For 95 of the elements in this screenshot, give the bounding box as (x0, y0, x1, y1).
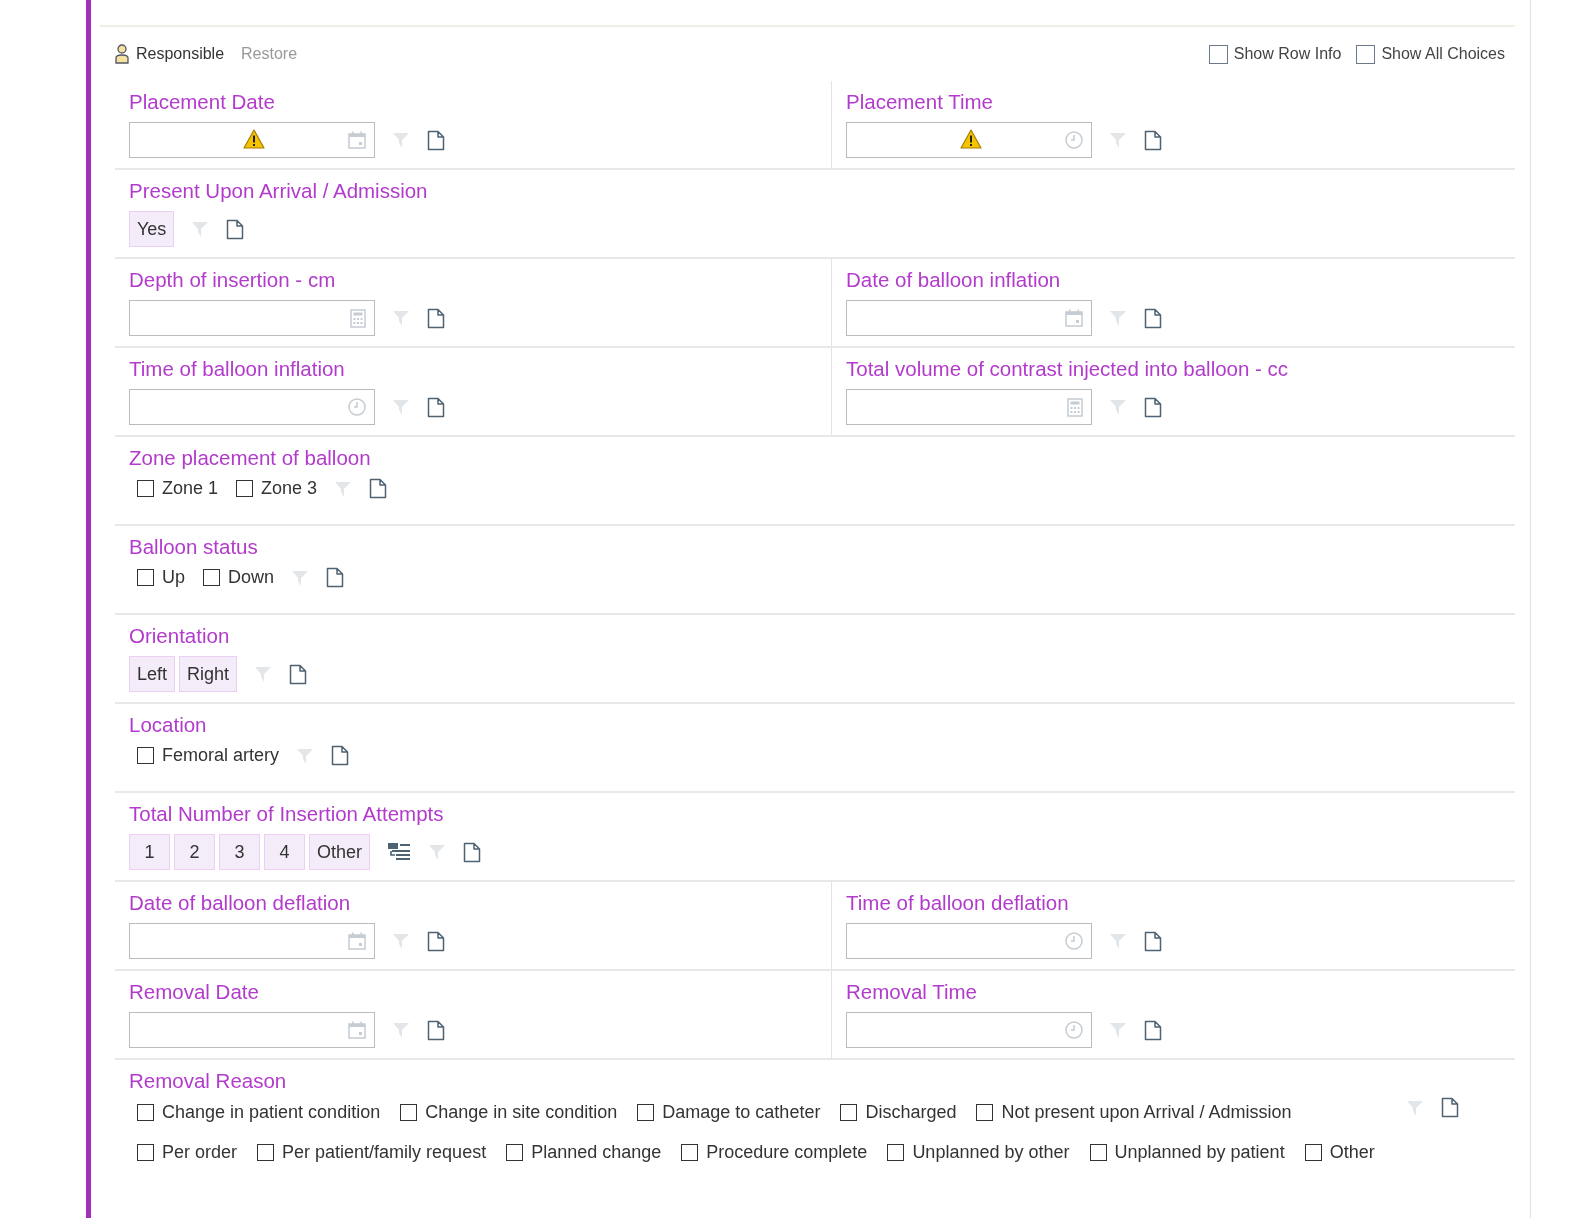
document-icon[interactable] (427, 129, 445, 151)
input-field[interactable] (129, 1012, 375, 1048)
field-label: Balloon status (129, 535, 259, 559)
list-icon[interactable] (387, 841, 412, 863)
choice-button[interactable]: 4 (264, 834, 305, 870)
input-field[interactable] (846, 300, 1092, 336)
input-field[interactable] (129, 300, 375, 336)
field-label: Zone placement of balloon (129, 446, 372, 470)
checkbox-label: Zone 1 (162, 478, 219, 499)
checkbox-label: Per order (162, 1141, 238, 1163)
field-label: Removal Time (846, 980, 978, 1004)
checkbox-label: Unplanned by other (912, 1141, 1070, 1163)
checkbox-label: Unplanned by patient (1114, 1141, 1285, 1163)
field-label: Total Number of Insertion Attempts (129, 802, 445, 826)
choice-button[interactable]: Yes (129, 211, 175, 247)
input-field[interactable] (846, 122, 1092, 158)
checkbox[interactable] (400, 1103, 418, 1121)
field-label: Time of balloon inflation (129, 357, 346, 381)
checkbox-label: Show Row Info (1233, 45, 1342, 63)
choice-button[interactable]: Other (309, 834, 371, 870)
document-icon[interactable] (1441, 1097, 1459, 1118)
field-label: Time of balloon deflation (846, 891, 1070, 915)
checkbox[interactable] (840, 1103, 858, 1121)
checkbox-label: Damage to catheter (662, 1101, 821, 1123)
field-label: Placement Date (129, 90, 276, 114)
document-icon[interactable] (427, 930, 445, 952)
input-field[interactable] (846, 1012, 1092, 1048)
checkbox[interactable] (887, 1143, 905, 1161)
checkbox-label: Down (228, 567, 275, 588)
field-label: Location (129, 713, 208, 737)
checkbox-label: Other (1329, 1141, 1375, 1163)
checkbox-label: Change in patient condition (162, 1101, 381, 1123)
checkbox[interactable] (637, 1103, 655, 1121)
checkbox[interactable] (137, 1103, 154, 1121)
checkbox-label: Femoral artery (162, 745, 280, 766)
document-icon[interactable] (427, 396, 445, 418)
checkbox[interactable] (137, 1143, 154, 1161)
checkbox[interactable] (1208, 44, 1228, 64)
choice-button[interactable]: Left (129, 656, 176, 692)
document-icon[interactable] (427, 307, 445, 329)
field-label: Depth of insertion - cm (129, 268, 337, 292)
checkbox-label: Planned change (531, 1141, 662, 1163)
checkbox[interactable] (681, 1143, 699, 1161)
field-label: Total volume of contrast injected into balloon - cc (846, 357, 1289, 381)
warning-icon (243, 129, 265, 149)
choice-button[interactable]: 3 (219, 834, 260, 870)
input-field[interactable] (129, 122, 375, 158)
checkbox[interactable] (203, 569, 220, 586)
document-icon[interactable] (326, 567, 345, 588)
field-label: Placement Time (846, 90, 994, 114)
document-icon[interactable] (289, 663, 308, 685)
checkbox[interactable] (1356, 44, 1376, 64)
checkbox[interactable] (506, 1143, 524, 1161)
checkbox[interactable] (137, 569, 154, 586)
document-icon[interactable] (427, 1019, 445, 1041)
checkbox[interactable] (236, 480, 254, 497)
checkbox-label: Per patient/family request (282, 1141, 487, 1163)
document-icon[interactable] (1144, 307, 1162, 329)
input-field[interactable] (846, 389, 1092, 425)
document-icon[interactable] (226, 218, 245, 240)
checkbox[interactable] (257, 1143, 275, 1161)
document-icon[interactable] (1144, 1019, 1162, 1041)
document-icon[interactable] (331, 745, 350, 766)
checkbox-label: Procedure complete (706, 1141, 868, 1163)
document-icon[interactable] (369, 478, 388, 499)
choice-button[interactable]: 2 (174, 834, 215, 870)
document-icon[interactable] (1144, 396, 1162, 418)
field-label: Orientation (129, 624, 231, 648)
choice-button[interactable]: Right (179, 656, 238, 692)
checkbox[interactable] (1089, 1143, 1107, 1161)
checkbox[interactable] (1304, 1143, 1322, 1161)
input-field[interactable] (129, 923, 375, 959)
checkbox[interactable] (137, 480, 154, 497)
field-label: Date of balloon deflation (129, 891, 352, 915)
document-icon[interactable] (463, 841, 482, 863)
responsible-label[interactable]: Responsible (136, 45, 225, 63)
checkbox-label: Not present upon Arrival / Admission (1001, 1101, 1292, 1123)
checkbox-label: Up (162, 567, 185, 588)
input-field[interactable] (846, 923, 1092, 959)
checkbox[interactable] (976, 1103, 994, 1121)
document-icon[interactable] (1144, 930, 1162, 952)
checkbox[interactable] (137, 747, 154, 764)
field-label: Removal Reason (129, 1069, 288, 1093)
field-label: Date of balloon inflation (846, 268, 1062, 292)
checkbox-label: Zone 3 (261, 478, 318, 499)
warning-icon (960, 129, 982, 149)
field-label: Removal Date (129, 980, 260, 1004)
input-field[interactable] (129, 389, 375, 425)
checkbox-label: Change in site condition (425, 1101, 618, 1123)
person-icon (115, 44, 129, 64)
choice-button[interactable]: 1 (129, 834, 170, 870)
checkbox-label: Discharged (865, 1101, 957, 1123)
checkbox-label: Show All Choices (1381, 45, 1505, 63)
field-label: Present Upon Arrival / Admission (129, 179, 429, 203)
document-icon[interactable] (1144, 129, 1162, 151)
